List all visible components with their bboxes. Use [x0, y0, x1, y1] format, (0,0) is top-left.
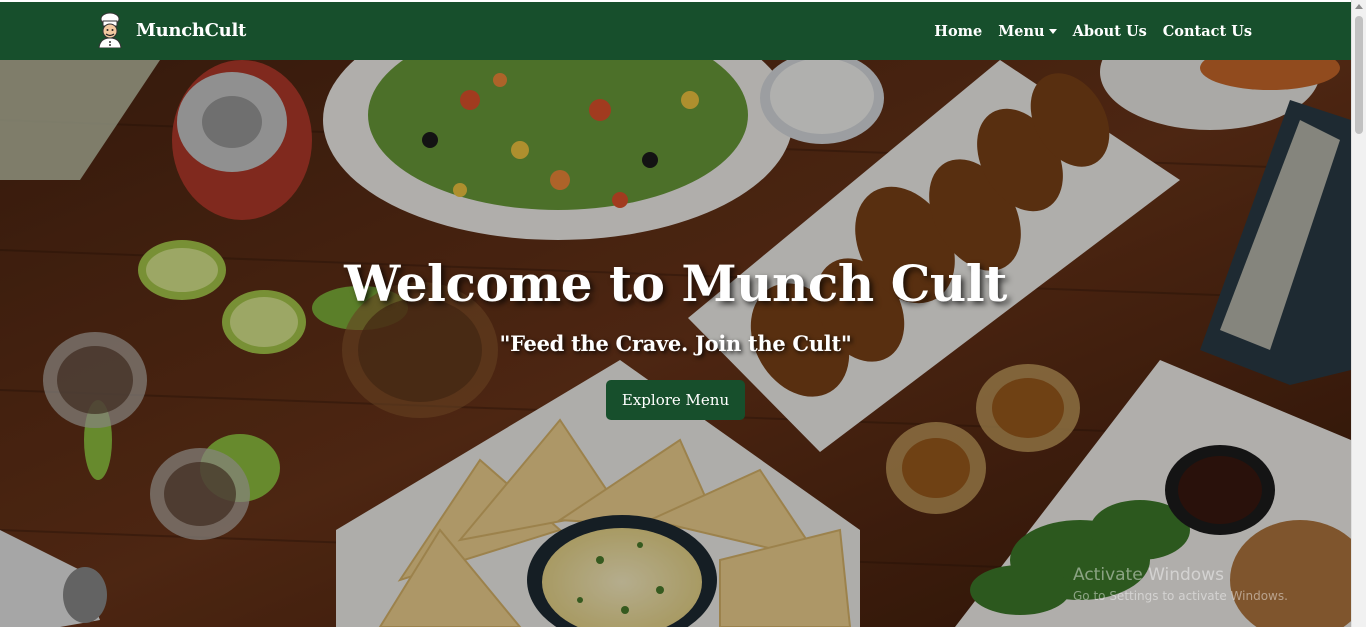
hero-tagline: "Feed the Crave. Join the Cult" [499, 331, 852, 356]
nav-link-menu-label: Menu [998, 22, 1045, 40]
scrollbar-thumb[interactable] [1355, 16, 1363, 134]
hero-section: Welcome to Munch Cult "Feed the Crave. J… [0, 60, 1351, 627]
hero-title: Welcome to Munch Cult [344, 254, 1007, 313]
nav-link-about-label: About Us [1072, 22, 1147, 40]
nav-link-home[interactable]: Home [934, 23, 982, 40]
brand[interactable]: MunchCult [94, 12, 246, 48]
brand-name: MunchCult [136, 19, 247, 41]
scroll-up-arrow-icon[interactable] [1355, 4, 1363, 9]
caret-down-icon [1048, 28, 1057, 34]
hero-content: Welcome to Munch Cult "Feed the Crave. J… [0, 254, 1351, 420]
nav-link-contact-label: Contact Us [1162, 22, 1252, 40]
watermark-line-2: Go to Settings to activate Windows. [1073, 589, 1288, 603]
navbar: MunchCult Home Menu About Us Contact Us [0, 2, 1351, 60]
nav-link-about-us[interactable]: About Us [1073, 23, 1147, 40]
nav-link-menu[interactable]: Menu [998, 22, 1057, 40]
chef-mascot-icon [98, 12, 122, 48]
nav-links: Home Menu About Us Contact Us [934, 2, 1252, 60]
windows-activation-watermark: Activate Windows Go to Settings to activ… [1073, 565, 1288, 603]
explore-menu-button[interactable]: Explore Menu [605, 380, 746, 420]
nav-link-contact-us[interactable]: Contact Us [1163, 23, 1252, 40]
watermark-line-1: Activate Windows [1073, 565, 1224, 585]
vertical-scrollbar[interactable] [1351, 0, 1366, 627]
nav-link-home-label: Home [934, 22, 983, 40]
